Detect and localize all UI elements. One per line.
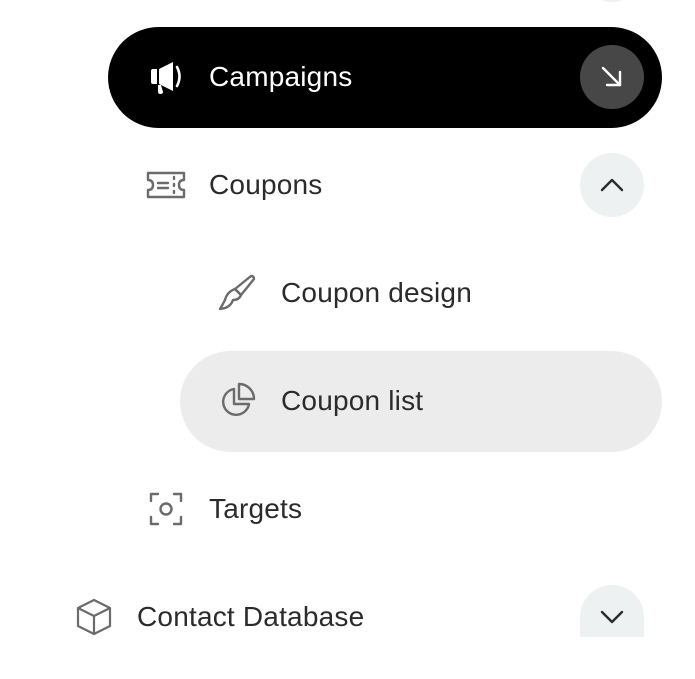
nav-item-label: Campaigns	[209, 61, 353, 92]
sidebar-nav: Campaigns Coupons Coupon design Coupon l…	[0, 0, 695, 679]
coupons-collapse-button[interactable]	[580, 153, 644, 217]
campaigns-open-button[interactable]	[580, 45, 644, 109]
nav-item-targets[interactable]: Targets	[108, 459, 662, 560]
nav-item-label: Coupons	[209, 169, 323, 200]
previous-item-toggle-button[interactable]	[580, 0, 644, 2]
box-icon	[74, 597, 114, 637]
nav-subitem-coupon-design[interactable]: Coupon design	[180, 243, 662, 344]
megaphone-icon	[146, 57, 186, 97]
pie-chart-icon	[217, 381, 257, 421]
nav-item-label: Targets	[209, 493, 303, 524]
ticket-icon	[146, 165, 186, 205]
nav-subitem-coupon-list[interactable]: Coupon list	[180, 351, 662, 452]
arrow-down-right-icon	[601, 66, 622, 87]
nav-item-label: Coupon list	[281, 385, 424, 416]
nav-item-label: Contact Database	[137, 601, 365, 632]
focus-target-icon	[146, 489, 186, 529]
nav-item-contact-database[interactable]: Contact Database	[36, 567, 662, 668]
contact-database-expand-button[interactable]	[580, 585, 644, 637]
nav-item-label: Coupon design	[281, 277, 472, 308]
chevron-up-icon	[600, 178, 624, 192]
nav-item-campaigns[interactable]: Campaigns	[108, 27, 662, 128]
paintbrush-icon	[217, 273, 257, 313]
chevron-down-icon	[600, 610, 624, 624]
nav-item-coupons[interactable]: Coupons	[108, 135, 662, 236]
